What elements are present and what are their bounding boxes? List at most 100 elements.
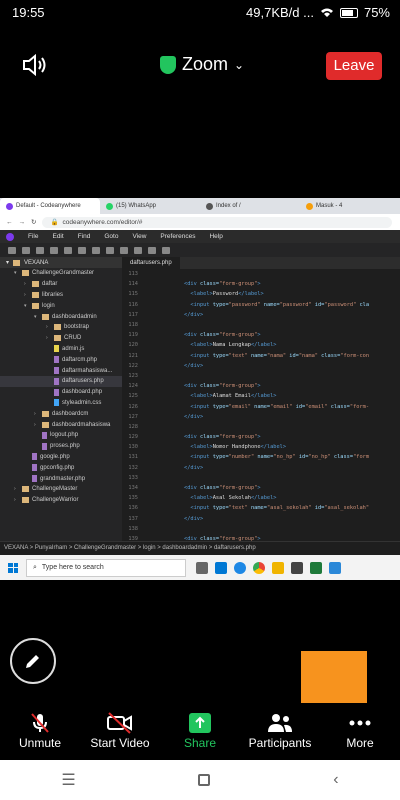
tool-icon[interactable] bbox=[78, 246, 86, 254]
menu-item[interactable]: View bbox=[132, 233, 146, 240]
code-token: "email" bbox=[270, 403, 296, 410]
video-thumbnail[interactable] bbox=[301, 651, 367, 703]
code-token: cla bbox=[359, 301, 370, 308]
menu-item[interactable]: File bbox=[28, 233, 38, 240]
line-number: 125 bbox=[128, 393, 138, 400]
mail-icon[interactable] bbox=[215, 561, 227, 574]
participants-button[interactable]: Participants bbox=[240, 710, 320, 760]
tree-item[interactable]: › bootstrap bbox=[0, 322, 122, 333]
taskbar-search[interactable]: ⌕ Type here to search bbox=[26, 558, 186, 577]
leave-button[interactable]: Leave bbox=[326, 52, 382, 80]
tree-item[interactable]: grandmaster.php bbox=[0, 473, 122, 484]
file-icon bbox=[54, 356, 59, 364]
file-icon bbox=[54, 377, 59, 385]
ide-body: ▾ VEXANA ▾ ChallengeGrandmaster › daftar › lib… bbox=[0, 257, 400, 573]
tree-item[interactable]: ▾ dashboardadmin bbox=[0, 311, 122, 322]
back-icon[interactable]: ‹ bbox=[333, 771, 338, 789]
menu-item[interactable]: Find bbox=[78, 233, 91, 240]
tool-icon[interactable] bbox=[50, 246, 58, 254]
tree-item[interactable]: › dashboardmahasiswa bbox=[0, 419, 122, 430]
back-icon[interactable]: ← bbox=[6, 219, 13, 226]
tree-item[interactable]: › daftar bbox=[0, 279, 122, 290]
browser-tab[interactable]: (15) WhatsApp bbox=[100, 198, 200, 214]
menu-item[interactable]: Help bbox=[209, 233, 222, 240]
chevron-icon: › bbox=[34, 410, 36, 417]
tree-item[interactable]: › CRUD bbox=[0, 333, 122, 344]
speaker-icon[interactable] bbox=[22, 54, 48, 76]
tree-item[interactable]: admin.js bbox=[0, 344, 122, 355]
tool-icon[interactable] bbox=[8, 246, 16, 254]
line-number: 137 bbox=[128, 515, 138, 522]
tool-icon[interactable] bbox=[134, 246, 142, 254]
unmute-button[interactable]: Unmute bbox=[0, 710, 80, 760]
tree-item[interactable]: › dashboardcm bbox=[0, 408, 122, 419]
menu-item[interactable]: Goto bbox=[104, 233, 118, 240]
line-number: 135 bbox=[128, 495, 138, 502]
code-line: 119 <div class="form-group"> bbox=[122, 330, 400, 340]
tree-item-label: proses.php bbox=[50, 443, 80, 450]
annotate-button[interactable] bbox=[10, 638, 56, 684]
line-number: 132 bbox=[128, 464, 138, 471]
video-off-icon bbox=[107, 712, 132, 734]
tool-icon[interactable] bbox=[162, 246, 170, 254]
tree-item[interactable]: › ChallengeMaster bbox=[0, 484, 122, 495]
tool-icon[interactable] bbox=[106, 246, 114, 254]
project-header[interactable]: ▾ VEXANA bbox=[0, 257, 122, 268]
tree-item[interactable]: gpconfig.php bbox=[0, 462, 122, 473]
tool-icon[interactable] bbox=[148, 246, 156, 254]
store-icon[interactable] bbox=[291, 561, 303, 574]
browser-tab[interactable]: Default - Codeanywhere bbox=[0, 198, 100, 214]
browser-tab[interactable]: Index of / bbox=[200, 198, 300, 214]
tree-item[interactable]: dashboard.php bbox=[0, 387, 122, 398]
tree-item[interactable]: › ChallengeWarrior bbox=[0, 495, 122, 506]
explorer-icon[interactable] bbox=[272, 561, 284, 574]
excel-icon[interactable] bbox=[310, 561, 322, 574]
tree-item[interactable]: logout.php bbox=[0, 430, 122, 441]
menu-item[interactable]: Preferences bbox=[160, 233, 195, 240]
tree-item[interactable]: google.php bbox=[0, 452, 122, 463]
app-icon[interactable] bbox=[329, 561, 341, 574]
code-line: 130 <label>Nomor Handphone</label> bbox=[122, 442, 400, 452]
url-field[interactable]: 🔒 codeanywhere.com/editor/# bbox=[42, 216, 392, 228]
editor-tab[interactable]: daftarusers.php bbox=[122, 257, 180, 269]
tree-item[interactable]: daftarmahasiswa... bbox=[0, 365, 122, 376]
tool-icon[interactable] bbox=[64, 246, 72, 254]
tree-item[interactable]: proses.php bbox=[0, 441, 122, 452]
home-icon[interactable] bbox=[198, 774, 211, 786]
tool-icon[interactable] bbox=[36, 246, 44, 254]
tool-icon[interactable] bbox=[92, 246, 100, 254]
line-number: 129 bbox=[128, 434, 138, 441]
code-area[interactable]: 113 114 <div class="form-group"> 115 <label… bbox=[122, 269, 400, 575]
edge-icon[interactable] bbox=[234, 561, 246, 574]
tool-icon[interactable] bbox=[22, 246, 30, 254]
menu-icon[interactable]: ☰ bbox=[61, 770, 75, 790]
tree-item-label: bootstrap bbox=[64, 324, 90, 331]
tree-item[interactable]: daftarcm.php bbox=[0, 354, 122, 365]
windows-start-icon[interactable] bbox=[8, 562, 18, 573]
code-token: "form bbox=[353, 454, 370, 461]
zoom-title-button[interactable]: Zoom ⌄ bbox=[160, 54, 244, 75]
start-video-button[interactable]: Start Video bbox=[80, 710, 160, 760]
tree-item[interactable]: ▾ login bbox=[0, 300, 122, 311]
reload-icon[interactable]: ↻ bbox=[31, 218, 36, 226]
chrome-icon[interactable] bbox=[253, 561, 265, 574]
menu-item[interactable]: Edit bbox=[52, 233, 63, 240]
browser-tab[interactable]: Masuk - 4 bbox=[300, 198, 400, 214]
forward-icon[interactable]: → bbox=[19, 219, 26, 226]
code-token: Alamat Email bbox=[212, 393, 251, 400]
task-view-icon[interactable] bbox=[196, 561, 208, 574]
start-video-label: Start Video bbox=[90, 736, 150, 750]
code-token: <label> bbox=[184, 495, 213, 502]
tree-item[interactable]: daftarusers.php bbox=[0, 375, 122, 387]
tree-item[interactable]: styleadmin.css bbox=[0, 398, 122, 409]
address-bar: ← → ↻ 🔒 codeanywhere.com/editor/# bbox=[0, 214, 400, 230]
tool-icon[interactable] bbox=[120, 246, 128, 254]
more-button[interactable]: More bbox=[320, 710, 400, 760]
chevron-icon: › bbox=[24, 281, 26, 288]
tree-item[interactable]: ▾ ChallengeGrandmaster bbox=[0, 268, 122, 279]
share-label: Share bbox=[183, 736, 217, 750]
tree-item[interactable]: › libraries bbox=[0, 290, 122, 301]
tree-item-label: admin.js bbox=[62, 345, 85, 352]
code-token: <label> bbox=[184, 444, 213, 451]
share-button[interactable]: Share bbox=[160, 710, 240, 760]
